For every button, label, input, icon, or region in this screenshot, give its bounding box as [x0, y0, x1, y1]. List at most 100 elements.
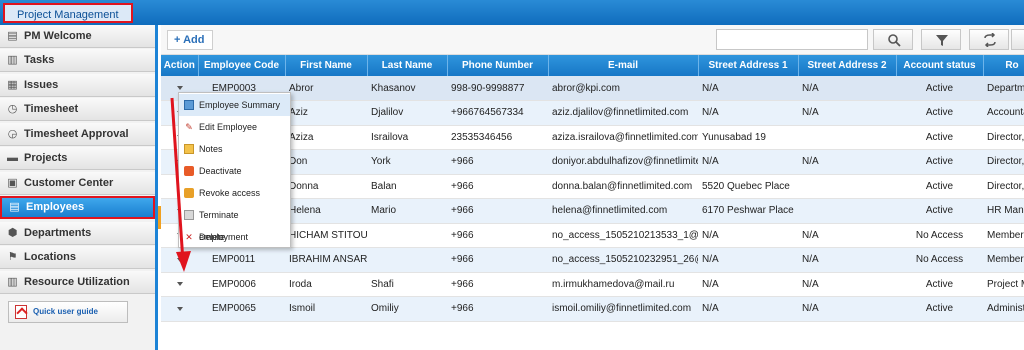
table-cell: EMP0065 — [198, 296, 285, 322]
terminate-icon — [184, 210, 194, 220]
menu-item-notes[interactable]: Notes — [179, 138, 290, 160]
add-button[interactable]: + Add — [167, 30, 213, 61]
toolbar: + Add — [161, 25, 1024, 61]
table-cell: Active — [896, 125, 983, 150]
table-cell: Ismoil — [285, 296, 367, 322]
table-cell: Administra — [983, 296, 1024, 322]
column-header[interactable]: Action — [161, 55, 199, 76]
table-cell: N/A — [798, 223, 896, 248]
table-cell — [798, 125, 896, 150]
guide-label: Quick user guide — [33, 307, 98, 316]
table-cell: Iroda — [285, 272, 367, 297]
sidebar-item-label: Locations — [24, 251, 76, 263]
menu-item-terminate-employment[interactable]: Terminate employment — [179, 204, 290, 242]
search-input[interactable] — [716, 29, 868, 50]
table-cell: 23535346456 — [447, 125, 548, 150]
sidebar-item-timesheet-approval[interactable]: ◶ Timesheet Approval — [0, 123, 155, 146]
sidebar-item-employees[interactable]: ▤ Employees — [0, 196, 155, 219]
table-cell: +966 — [447, 223, 548, 248]
table-cell: Israilova — [367, 125, 447, 150]
customer-icon: ▣ — [7, 177, 18, 189]
sidebar-item-customer-center[interactable]: ▣ Customer Center — [0, 172, 155, 195]
table-cell: +966 — [447, 198, 548, 224]
table-cell: +966764567334 — [447, 100, 548, 126]
table-cell: Aziz — [285, 100, 367, 126]
sidebar-item-pm-welcome[interactable]: ▤ PM Welcome — [0, 25, 155, 48]
table-cell: Donna — [285, 174, 367, 199]
table-cell: Active — [896, 149, 983, 175]
column-header[interactable]: Phone Number — [447, 55, 549, 76]
sidebar-item-departments[interactable]: ⬢ Departments — [0, 222, 155, 245]
table-cell: N/A — [798, 247, 896, 273]
row-action-cell[interactable] — [161, 247, 198, 273]
sidebar-item-projects[interactable]: ▬ Projects — [0, 147, 155, 170]
chart-icon: ▥ — [7, 276, 18, 288]
table-cell: +966 — [447, 247, 548, 273]
table-cell: doniyor.abdulhafizov@finnetlimited.co — [548, 149, 698, 175]
row-action-dropdown-icon[interactable] — [176, 306, 183, 311]
table-cell: Member — [983, 223, 1024, 248]
app-title-tab[interactable]: Project Management — [3, 3, 133, 23]
table-row[interactable]: EMP0065 Ismoil Omiliy +966 ismoil.omiliy@fin… — [161, 296, 1024, 322]
sidebar-item-label: Timesheet Approval — [24, 128, 129, 140]
menu-item-deactivate[interactable]: Deactivate — [179, 160, 290, 182]
table-cell: Shafi — [367, 272, 447, 297]
menu-item-label: Revoke access — [199, 188, 261, 198]
table-cell: Active — [896, 76, 983, 101]
table-row[interactable]: EMP0006 Iroda Shafi +966 m.irmukhamedova@mai… — [161, 272, 1024, 297]
sidebar-item-timesheet[interactable]: ◷ Timesheet — [0, 98, 155, 121]
more-button[interactable] — [1011, 29, 1024, 50]
column-header[interactable]: Ro — [983, 55, 1024, 76]
menu-item-label: Notes — [199, 144, 223, 154]
menu-item-delete[interactable]: ✕ Delete — [179, 226, 290, 248]
column-header[interactable]: Last Name — [367, 55, 448, 76]
table-cell: Omiliy — [367, 296, 447, 322]
filter-button[interactable] — [921, 29, 961, 50]
row-action-cell[interactable] — [161, 272, 198, 297]
menu-item-employee-summary[interactable]: Employee Summary — [179, 94, 290, 116]
column-header[interactable]: Account status — [896, 55, 984, 76]
row-action-dropdown-icon[interactable] — [176, 282, 183, 287]
sidebar-item-locations[interactable]: ⚑ Locations — [0, 246, 155, 269]
column-header[interactable]: E-mail — [548, 55, 699, 76]
sidebar-item-tasks[interactable]: ▥ Tasks — [0, 49, 155, 72]
sidebar-item-resource-utilization[interactable]: ▥ Resource Utilization — [0, 271, 155, 294]
sidebar-item-label: Resource Utilization — [24, 276, 130, 288]
table-cell: N/A — [798, 100, 896, 126]
table-cell: no_access_1505210213533_1@work — [548, 223, 698, 248]
row-action-cell[interactable] — [161, 296, 198, 322]
tasks-icon: ▥ — [7, 54, 18, 66]
table-row[interactable]: EMP0011 IBRAHIM ANSARI +966 no_access_15052… — [161, 247, 1024, 273]
employees-icon: ▤ — [9, 201, 20, 213]
search-button[interactable] — [873, 29, 913, 50]
table-cell: Director, M — [983, 174, 1024, 199]
home-icon: ▤ — [7, 30, 18, 42]
table-cell: Djalilov — [367, 100, 447, 126]
column-header[interactable]: Employee Code — [198, 55, 286, 76]
column-header[interactable]: First Name — [285, 55, 368, 76]
table-cell: Director, D — [983, 149, 1024, 175]
menu-item-revoke-access[interactable]: Revoke access — [179, 182, 290, 204]
action-context-menu: Employee Summary ✎ Edit Employee Notes D… — [178, 92, 291, 248]
row-action-dropdown-icon[interactable] — [176, 257, 183, 262]
table-cell: No Access — [896, 223, 983, 248]
edit-icon: ✎ — [185, 122, 193, 132]
table-cell: N/A — [798, 272, 896, 297]
approval-icon: ◶ — [7, 128, 18, 140]
add-label: + Add — [174, 34, 205, 46]
table-cell: Abror — [285, 76, 367, 101]
row-action-dropdown-icon[interactable] — [176, 85, 183, 90]
table-cell: No Access — [896, 247, 983, 273]
refresh-button[interactable] — [969, 29, 1009, 50]
top-bar: Project Management — [0, 0, 1024, 25]
table-cell: 5520 Quebec Place — [698, 174, 798, 199]
quick-user-guide-button[interactable]: Quick user guide — [8, 301, 128, 323]
table-cell: EMP0011 — [198, 247, 285, 273]
table-cell: Yunusabad 19 — [698, 125, 798, 150]
refresh-icon — [984, 33, 996, 47]
column-header[interactable]: Street Address 1 — [698, 55, 799, 76]
column-header[interactable]: Street Address 2 — [798, 55, 897, 76]
sidebar-item-issues[interactable]: ▦ Issues — [0, 74, 155, 97]
menu-item-edit-employee[interactable]: ✎ Edit Employee — [179, 116, 290, 138]
table-cell — [367, 223, 447, 248]
